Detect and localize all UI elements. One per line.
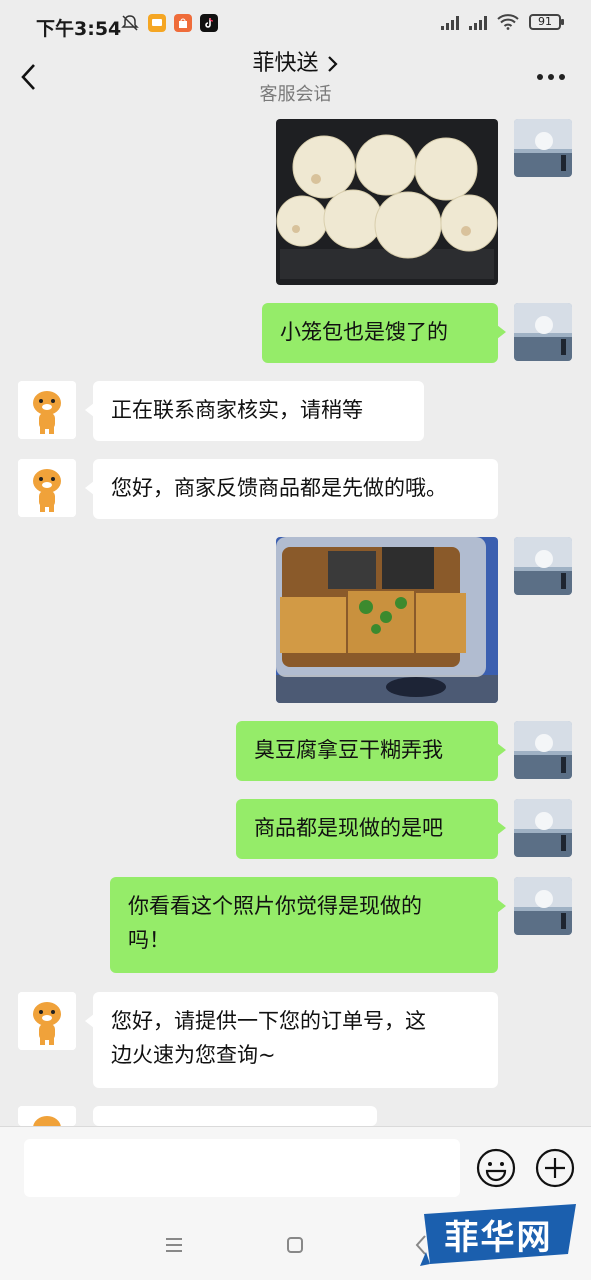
avatar-agent[interactable] [18, 1106, 76, 1126]
chat-header: 菲快送 客服会话 [0, 50, 591, 112]
wifi-icon [497, 14, 519, 30]
avatar-self-image [514, 537, 572, 595]
battery-level: 91 [538, 15, 552, 28]
shop-app-icon [174, 14, 192, 32]
status-left-icons [120, 14, 218, 32]
chat-screen: 下午3:54 91 菲快送 客服会话 小笼包也是馊了的 正在联系商家核实，请稍等… [0, 0, 591, 1280]
message-text: 您好，商家反馈商品都是先做的哦。 [111, 476, 447, 500]
avatar-agent[interactable] [18, 459, 76, 517]
chat-subtitle: 客服会话 [259, 84, 332, 105]
avatar-self-image [514, 799, 572, 857]
menu-icon[interactable] [164, 1236, 184, 1254]
message-text-line: 你看看这个照片你觉得是现做的 [128, 894, 422, 918]
photo-buns [276, 119, 498, 285]
avatar-self[interactable] [514, 799, 572, 857]
message-text: 商品都是现做的是吧 [254, 816, 443, 840]
message-app-icon [148, 14, 166, 32]
message-text: 臭豆腐拿豆干糊弄我 [254, 738, 443, 762]
avatar-self[interactable] [514, 537, 572, 595]
site-watermark: 菲华网 [416, 1200, 581, 1268]
watermark-text: 菲华网 [444, 1217, 553, 1258]
input-bar [0, 1126, 591, 1211]
home-icon[interactable] [286, 1236, 304, 1254]
avatar-agent[interactable] [18, 992, 76, 1050]
avatar-self[interactable] [514, 721, 572, 779]
image-message-buns[interactable] [276, 119, 498, 285]
photo-tofu [276, 537, 498, 703]
avatar-self[interactable] [514, 877, 572, 935]
more-dots-icon[interactable] [537, 74, 565, 80]
status-right-icons: 91 [441, 14, 564, 30]
message-bubble-self[interactable]: 你看看这个照片你觉得是现做的 吗！ [110, 877, 506, 973]
signal-icon [441, 14, 459, 30]
tiger-mascot-icon [18, 1106, 76, 1126]
message-text-line: 吗！ [128, 928, 170, 952]
tiger-mascot-icon [18, 992, 76, 1050]
message-bubble-agent[interactable] [85, 1106, 377, 1142]
message-bubble-agent[interactable]: 您好，商家反馈商品都是先做的哦。 [85, 459, 498, 519]
status-bar: 下午3:54 91 [0, 0, 591, 50]
message-input[interactable] [24, 1139, 460, 1197]
chat-title[interactable]: 菲快送 [252, 50, 338, 78]
avatar-self-image [514, 877, 572, 935]
emoji-icon[interactable] [475, 1147, 517, 1189]
avatar-self[interactable] [514, 303, 572, 361]
bell-off-icon [120, 14, 140, 32]
avatar-self-image [514, 721, 572, 779]
image-message-tofu[interactable] [276, 537, 498, 703]
title-wrap: 菲快送 客服会话 [0, 50, 591, 108]
tiger-mascot-icon [18, 459, 76, 517]
chat-title-text: 菲快送 [252, 51, 319, 76]
message-bubble-self[interactable]: 小笼包也是馊了的 [262, 303, 506, 363]
message-bubble-self[interactable]: 商品都是现做的是吧 [236, 799, 506, 859]
avatar-self[interactable] [514, 119, 572, 177]
avatar-self-image [514, 119, 572, 177]
message-bubble-agent[interactable]: 正在联系商家核实，请稍等 [85, 381, 424, 441]
message-bubble-agent[interactable]: 您好，请提供一下您的订单号，这 边火速为您查询~ [85, 992, 498, 1088]
tiger-mascot-icon [18, 381, 76, 439]
avatar-agent[interactable] [18, 381, 76, 439]
tiktok-icon [200, 14, 218, 32]
message-text: 小笼包也是馊了的 [280, 320, 448, 344]
battery-icon: 91 [529, 14, 564, 30]
status-time: 下午3:54 [36, 18, 122, 40]
chevron-right-icon [327, 56, 338, 72]
message-text-line: 您好，请提供一下您的订单号，这 [111, 1009, 426, 1033]
message-text-line: 边火速为您查询~ [111, 1043, 276, 1067]
signal-icon [469, 14, 487, 30]
avatar-self-image [514, 303, 572, 361]
message-bubble-self[interactable]: 臭豆腐拿豆干糊弄我 [236, 721, 506, 781]
plus-icon[interactable] [534, 1147, 576, 1189]
message-text: 正在联系商家核实，请稍等 [111, 398, 363, 422]
